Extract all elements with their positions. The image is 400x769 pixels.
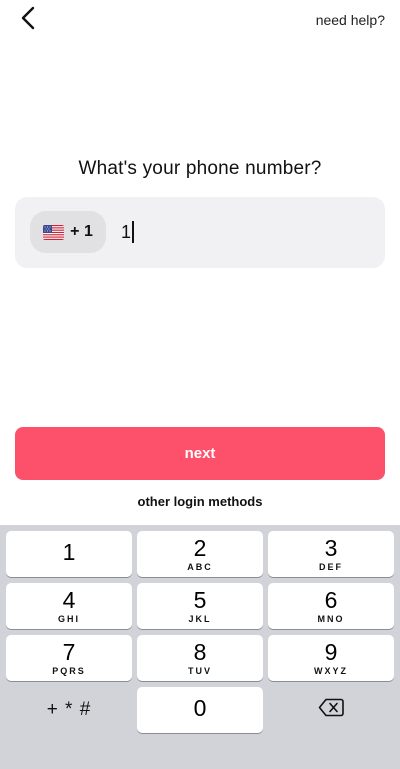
need-help-link[interactable]: need help?: [316, 12, 385, 28]
key-letters: JKL: [188, 614, 212, 624]
numeric-keyboard: 1 2 ABC 3 DEF 4 GHI 5 JKL 6 MNO 7 PQRS 8…: [0, 525, 400, 769]
back-button[interactable]: [14, 6, 42, 34]
key-9[interactable]: 9 WXYZ: [268, 635, 394, 681]
key-digit: 9: [324, 639, 338, 665]
backspace-icon: [318, 698, 344, 722]
key-letters: ABC: [187, 562, 213, 572]
key-letters: MNO: [317, 614, 345, 624]
key-digit: 4: [62, 587, 76, 613]
other-login-methods-link[interactable]: other login methods: [0, 494, 400, 509]
phone-number-input[interactable]: 1: [121, 217, 135, 247]
symbols-key[interactable]: + * #: [6, 687, 132, 733]
key-digit: 8: [193, 639, 207, 665]
us-flag-icon: [43, 224, 65, 240]
delete-key[interactable]: [268, 687, 394, 733]
text-caret: [132, 221, 135, 243]
key-digit: 0: [193, 695, 207, 721]
symbols-label: + * #: [46, 699, 92, 720]
key-6[interactable]: 6 MNO: [268, 583, 394, 629]
key-letters: TUV: [188, 666, 212, 676]
page-title: What's your phone number?: [78, 158, 322, 179]
country-code-label: + 1: [70, 223, 93, 240]
key-digit: 1: [62, 539, 76, 565]
next-button[interactable]: next: [15, 427, 385, 480]
phone-input-container: + 1 1: [15, 197, 385, 268]
key-digit: 5: [193, 587, 207, 613]
key-1[interactable]: 1: [6, 531, 132, 577]
key-digit: 7: [62, 639, 76, 665]
key-letters: DEF: [319, 562, 343, 572]
chevron-left-icon: [21, 6, 35, 35]
key-letters: WXYZ: [314, 666, 348, 676]
key-digit: 2: [193, 535, 207, 561]
key-2[interactable]: 2 ABC: [137, 531, 263, 577]
key-3[interactable]: 3 DEF: [268, 531, 394, 577]
key-letters: PQRS: [52, 666, 86, 676]
country-code-selector[interactable]: + 1: [30, 211, 106, 253]
key-digit: 6: [324, 587, 338, 613]
key-digit: 3: [324, 535, 338, 561]
key-8[interactable]: 8 TUV: [137, 635, 263, 681]
key-letters: GHI: [57, 614, 80, 624]
key-4[interactable]: 4 GHI: [6, 583, 132, 629]
top-bar: need help?: [0, 0, 400, 44]
key-5[interactable]: 5 JKL: [137, 583, 263, 629]
key-7[interactable]: 7 PQRS: [6, 635, 132, 681]
phone-number-value: 1: [121, 221, 132, 242]
key-0[interactable]: 0: [137, 687, 263, 733]
